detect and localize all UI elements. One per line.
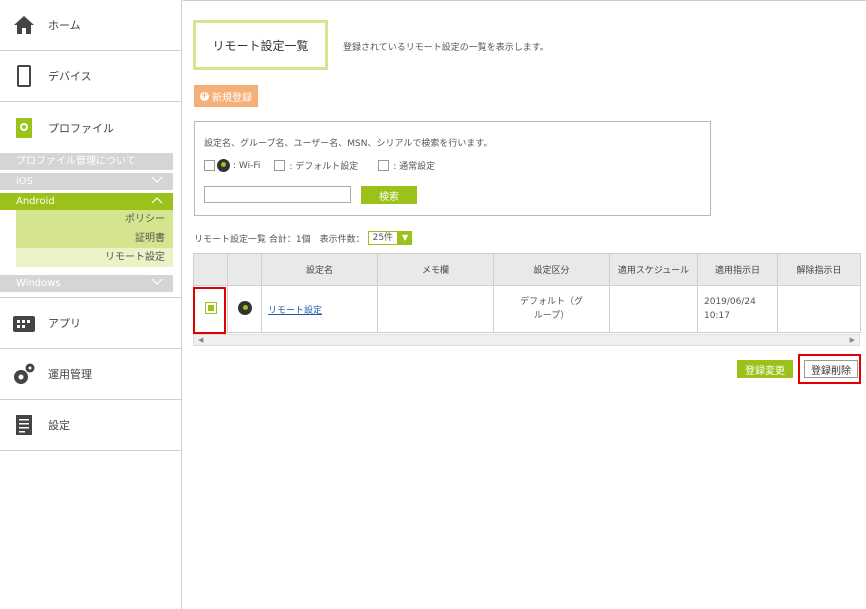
scroll-right-icon[interactable]: ▶	[850, 335, 855, 345]
nav-home[interactable]: ホーム	[0, 0, 181, 51]
nav-home-label: ホーム	[48, 19, 81, 32]
nav-app[interactable]: アプリ	[0, 298, 181, 349]
nav-ops-label: 運用管理	[48, 368, 92, 381]
per-page-select[interactable]: 25件 ▼	[367, 231, 413, 245]
col-schedule[interactable]: 適用スケジュール	[609, 253, 698, 286]
gear-icon	[12, 362, 36, 386]
wifi-label: : Wi-Fi	[233, 160, 261, 171]
default-label: : デフォルト設定	[289, 162, 359, 172]
app-icon	[12, 311, 36, 335]
chevron-down-icon	[151, 275, 163, 292]
normal-label: : 通常設定	[393, 162, 436, 172]
nav-ops[interactable]: 運用管理	[0, 349, 181, 400]
edit-button[interactable]: 登録変更	[737, 360, 793, 378]
wifi-checkbox[interactable]	[204, 160, 215, 171]
sidebar-windows[interactable]: Windows	[0, 275, 173, 292]
col-release-date[interactable]: 解除指示日	[777, 253, 861, 286]
document-icon	[12, 413, 36, 437]
filter-checkboxes: : Wi-Fi : デフォルト設定 : 通常設定	[204, 159, 435, 172]
sidebar: ホーム デバイス プロファイル プロファイル管理について iOS Android…	[0, 0, 182, 609]
sidebar-android-remote[interactable]: リモート設定	[16, 248, 173, 267]
default-checkbox[interactable]	[274, 160, 286, 171]
row-radio[interactable]	[204, 301, 217, 314]
row-apply-date-cell: 2019/06/24 10:17	[697, 285, 778, 333]
normal-checkbox[interactable]	[378, 160, 390, 171]
new-register-label: 新規登録	[212, 92, 252, 104]
col-apply-date[interactable]: 適用指示日	[697, 253, 778, 286]
table-row: リモート設定 デフォルト（グループ） 2019/06/24 10:17	[193, 285, 861, 333]
device-icon	[12, 64, 36, 88]
row-icon-cell	[227, 285, 262, 333]
scroll-left-icon[interactable]: ◀	[198, 335, 203, 345]
col-icon	[227, 253, 262, 286]
sidebar-ios[interactable]: iOS	[0, 173, 173, 190]
table-header-row: 設定名 メモ欄 設定区分 適用スケジュール 適用指示日 解除指示日	[193, 253, 861, 286]
col-select	[193, 253, 228, 286]
col-name[interactable]: 設定名	[261, 253, 378, 286]
nav-settings-label: 設定	[48, 419, 70, 432]
new-register-button[interactable]: + 新規登録	[194, 85, 258, 107]
page-title: リモート設定一覧	[193, 20, 328, 70]
sidebar-profile-about[interactable]: プロファイル管理について	[0, 153, 173, 170]
nav-settings[interactable]: 設定	[0, 400, 181, 451]
sidebar-android[interactable]: Android	[0, 193, 173, 210]
nav-device[interactable]: デバイス	[0, 51, 181, 102]
search-description: 設定名、グループ名、ユーザー名、MSN、シリアルで検索を行います。	[204, 139, 493, 149]
nav-profile[interactable]: プロファイル	[0, 102, 181, 153]
chevron-up-icon	[151, 193, 163, 210]
home-icon	[12, 13, 36, 37]
dropdown-arrow-icon: ▼	[398, 231, 413, 245]
col-memo[interactable]: メモ欄	[377, 253, 494, 286]
wifi-icon	[237, 300, 252, 315]
row-name-cell: リモート設定	[261, 285, 378, 333]
plus-icon: +	[200, 90, 209, 101]
android-label: Android	[16, 196, 55, 207]
chevron-down-icon	[151, 173, 163, 190]
sidebar-android-cert[interactable]: 証明書	[16, 229, 173, 248]
row-memo-cell	[377, 285, 494, 333]
remote-settings-table: 設定名 メモ欄 設定区分 適用スケジュール 適用指示日 解除指示日 リモート設定…	[193, 253, 861, 333]
sidebar-android-policy[interactable]: ポリシー	[16, 210, 173, 229]
search-panel: 設定名、グループ名、ユーザー名、MSN、シリアルで検索を行います。 : Wi-F…	[194, 121, 711, 216]
search-input[interactable]	[204, 186, 351, 203]
main-content: リモート設定一覧 登録されているリモート設定の一覧を表示します。 + 新規登録 …	[183, 0, 866, 609]
page-description: 登録されているリモート設定の一覧を表示します。	[343, 43, 549, 53]
wifi-icon	[217, 159, 230, 172]
list-summary: リモート設定一覧 合計：1個 表示件数： 25件 ▼	[194, 231, 413, 245]
search-button[interactable]: 検索	[361, 186, 417, 204]
nav-device-label: デバイス	[48, 70, 92, 83]
profile-icon	[12, 116, 36, 140]
row-schedule-cell	[609, 285, 698, 333]
row-release-date-cell	[777, 285, 861, 333]
ios-label: iOS	[16, 176, 33, 187]
horizontal-scrollbar[interactable]: ◀ ▶	[193, 334, 860, 346]
nav-profile-label: プロファイル	[48, 121, 114, 135]
profile-about-label: プロファイル管理について	[16, 156, 136, 167]
list-summary-text: リモート設定一覧 合計：1個 表示件数：	[194, 234, 365, 245]
per-page-value: 25件	[367, 231, 399, 245]
col-category[interactable]: 設定区分	[493, 253, 610, 286]
windows-label: Windows	[16, 278, 61, 289]
row-name-link[interactable]: リモート設定	[268, 306, 322, 316]
delete-button[interactable]: 登録削除	[804, 360, 858, 378]
nav-app-label: アプリ	[48, 317, 81, 330]
row-select-cell	[193, 285, 228, 333]
row-category-cell: デフォルト（グループ）	[493, 285, 610, 333]
